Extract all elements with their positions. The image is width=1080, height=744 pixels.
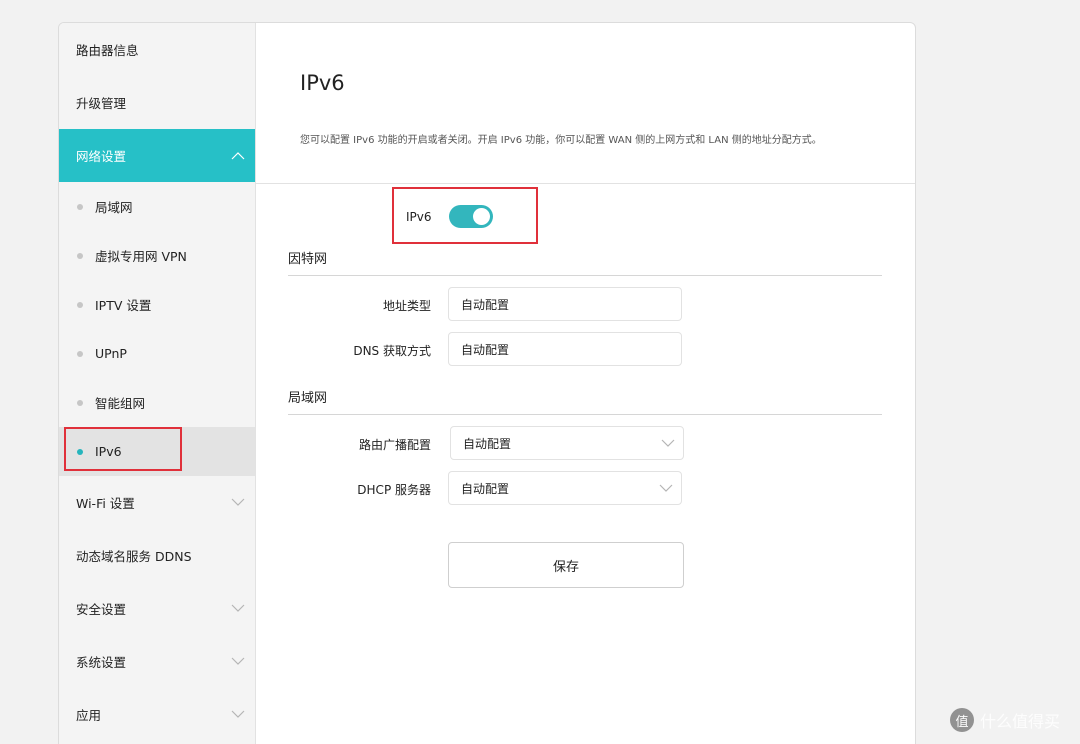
toggle-knob: [472, 208, 490, 225]
sidebar-item-label: 应用: [76, 708, 102, 723]
ipv6-toggle-switch[interactable]: [448, 205, 493, 228]
chevron-down-icon: [229, 653, 247, 671]
ipv6-toggle-row: IPv6: [406, 205, 493, 228]
sidebar-subitem-label: 虚拟专用网 VPN: [95, 249, 187, 264]
dns-mode-value: 自动配置: [461, 342, 510, 357]
router-advertisement-value: 自动配置: [463, 436, 512, 451]
bullet-dot-icon: [77, 448, 83, 455]
sidebar-subitem-ipv6[interactable]: IPv6: [59, 427, 255, 476]
watermark-logo-icon: 值: [950, 708, 974, 732]
settings-panel: 路由器信息 升级管理 网络设置 局域网 虚拟专用网 VPN IPTV 设置 UP…: [58, 22, 916, 744]
watermark-text: 什么值得买: [980, 712, 1061, 731]
sidebar-subitem-lan[interactable]: 局域网: [59, 182, 255, 231]
sidebar-subitem-label: 智能组网: [95, 396, 146, 411]
bullet-dot-icon: [77, 203, 83, 210]
bullet-dot-icon: [77, 301, 83, 308]
bullet-dot-icon: [77, 252, 83, 259]
watermark: 值 什么值得买: [950, 708, 1060, 732]
sidebar-item-label: 动态域名服务 DDNS: [76, 549, 192, 564]
sidebar-item-label: 升级管理: [76, 96, 127, 111]
chevron-up-icon: [229, 147, 247, 165]
router-advertisement-label: 路由广播配置: [358, 438, 431, 452]
sidebar-item-apps[interactable]: 应用: [59, 688, 255, 741]
address-type-value: 自动配置: [461, 297, 510, 312]
sidebar-subitem-label: IPTV 设置: [95, 298, 152, 313]
page-title: IPv6: [300, 71, 345, 95]
chevron-down-icon: [229, 494, 247, 512]
section-divider: [288, 414, 882, 415]
bullet-dot-icon: [77, 350, 83, 357]
router-advertisement-select[interactable]: 自动配置: [450, 426, 684, 460]
dns-mode-field: 自动配置: [448, 332, 682, 366]
sidebar-item-system-settings[interactable]: 系统设置: [59, 635, 255, 688]
sidebar-item-router-info[interactable]: 路由器信息: [59, 23, 255, 76]
section-divider: [288, 275, 882, 276]
section-title-internet: 因特网: [288, 252, 328, 267]
page-description: 您可以配置 IPv6 功能的开启或者关闭。开启 IPv6 功能，你可以配置 WA…: [300, 135, 822, 146]
sidebar-subitem-label: UPnP: [95, 346, 127, 361]
section-title-lan: 局域网: [288, 391, 328, 406]
dhcp-server-label: DHCP 服务器: [357, 483, 431, 497]
sidebar-item-label: 网络设置: [76, 149, 127, 164]
sidebar-item-label: 安全设置: [76, 602, 127, 617]
sidebar-subitem-label: IPv6: [95, 444, 122, 459]
sidebar-item-upgrade[interactable]: 升级管理: [59, 76, 255, 129]
sidebar: 路由器信息 升级管理 网络设置 局域网 虚拟专用网 VPN IPTV 设置 UP…: [59, 23, 256, 744]
dhcp-server-select[interactable]: 自动配置: [448, 471, 682, 505]
chevron-down-icon: [229, 706, 247, 724]
chevron-down-icon: [229, 600, 247, 618]
sidebar-subitem-iptv[interactable]: IPTV 设置: [59, 280, 255, 329]
address-type-label: 地址类型: [382, 299, 431, 313]
main-content: IPv6 您可以配置 IPv6 功能的开启或者关闭。开启 IPv6 功能，你可以…: [256, 23, 915, 744]
sidebar-subitem-mesh[interactable]: 智能组网: [59, 378, 255, 427]
content-header: IPv6 您可以配置 IPv6 功能的开启或者关闭。开启 IPv6 功能，你可以…: [256, 23, 915, 184]
bullet-dot-icon: [77, 399, 83, 406]
chevron-down-icon: [659, 484, 673, 492]
sidebar-item-label: 路由器信息: [76, 43, 139, 58]
sidebar-item-label: Wi-Fi 设置: [76, 496, 135, 511]
dns-mode-label: DNS 获取方式: [353, 344, 431, 358]
sidebar-item-label: 系统设置: [76, 655, 127, 670]
sidebar-subitem-upnp[interactable]: UPnP: [59, 329, 255, 378]
sidebar-item-wifi-settings[interactable]: Wi-Fi 设置: [59, 476, 255, 529]
sidebar-subitem-label: 局域网: [95, 200, 133, 215]
sidebar-item-security[interactable]: 安全设置: [59, 582, 255, 635]
chevron-down-icon: [661, 439, 675, 447]
save-button[interactable]: 保存: [448, 542, 684, 588]
sidebar-subitem-vpn[interactable]: 虚拟专用网 VPN: [59, 231, 255, 280]
address-type-field: 自动配置: [448, 287, 682, 321]
sidebar-item-ddns[interactable]: 动态域名服务 DDNS: [59, 529, 255, 582]
dhcp-server-value: 自动配置: [461, 481, 510, 496]
ipv6-toggle-label: IPv6: [406, 209, 432, 224]
sidebar-item-network-settings[interactable]: 网络设置: [59, 129, 255, 182]
